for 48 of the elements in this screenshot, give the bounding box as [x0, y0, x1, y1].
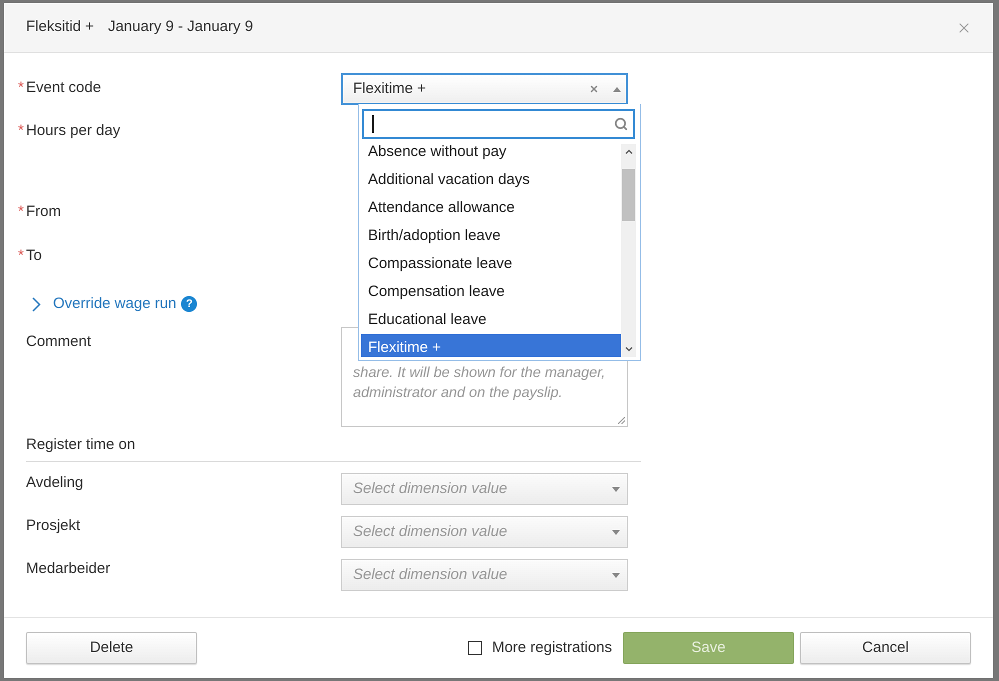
caret-down-icon [612, 530, 620, 534]
delete-button[interactable]: Delete [26, 632, 197, 664]
dialog-title: Fleksitid + [26, 17, 94, 38]
select-value: Flexitime + [353, 78, 426, 99]
event-code-select[interactable]: Flexitime + [341, 73, 628, 105]
dropdown-option[interactable]: Flexitime + [361, 334, 621, 357]
dropdown-option[interactable]: Absence without pay [361, 144, 621, 166]
field-label: Event code [26, 78, 102, 98]
required-asterisk: * [18, 202, 25, 222]
checkbox-label[interactable]: More registrations [492, 636, 612, 660]
dropdown-option[interactable]: Additional vacation days [361, 166, 621, 194]
scrollbar-track[interactable] [621, 144, 636, 357]
resize-grip-icon[interactable] [618, 417, 625, 424]
cancel-button[interactable]: Cancel [800, 632, 971, 664]
dropdown-option[interactable]: Compensation leave [361, 278, 621, 306]
scroll-down-icon[interactable] [624, 347, 632, 352]
date-range: January 9 - January 9 [108, 17, 254, 38]
placeholder-text: share. It will be shown for the manager, administrator and on the payslip. [353, 364, 606, 403]
caret-down-icon [612, 572, 620, 578]
select-placeholder: Select dimension value [353, 564, 508, 585]
field-label: Comment [26, 332, 92, 352]
dropdown-option[interactable]: Attendance allowance [361, 194, 621, 222]
chevron-right-icon[interactable] [32, 296, 41, 312]
select-placeholder: Select dimension value [353, 478, 508, 499]
section-title: Register time on [26, 435, 136, 455]
dropdown-option[interactable]: Birth/adoption leave [361, 222, 621, 250]
checkbox[interactable] [468, 641, 482, 655]
field-label: To [26, 246, 42, 266]
override-wage-run-link[interactable]: Override wage run [53, 292, 176, 316]
text-cursor-icon [372, 115, 374, 133]
field-label: Prosjekt [26, 516, 80, 536]
search-field[interactable] [362, 109, 635, 139]
field-label: From [26, 202, 61, 222]
scroll-up-icon[interactable] [624, 149, 632, 154]
help-icon[interactable]: ? [181, 296, 198, 312]
caret-down-icon [612, 486, 620, 492]
search-icon [614, 117, 628, 131]
caret-up-icon [613, 86, 621, 92]
scrollbar-thumb[interactable] [622, 169, 635, 221]
field-label: Hours per day [26, 121, 120, 141]
required-asterisk: * [18, 246, 25, 266]
dropdown-option[interactable]: Compassionate leave [361, 250, 621, 278]
field-label: Medarbeider [26, 559, 110, 579]
required-asterisk: * [18, 78, 25, 98]
clear-icon[interactable] [589, 84, 599, 94]
required-asterisk: * [18, 121, 25, 141]
field-label: Avdeling [26, 473, 84, 493]
select-placeholder: Select dimension value [353, 522, 508, 542]
